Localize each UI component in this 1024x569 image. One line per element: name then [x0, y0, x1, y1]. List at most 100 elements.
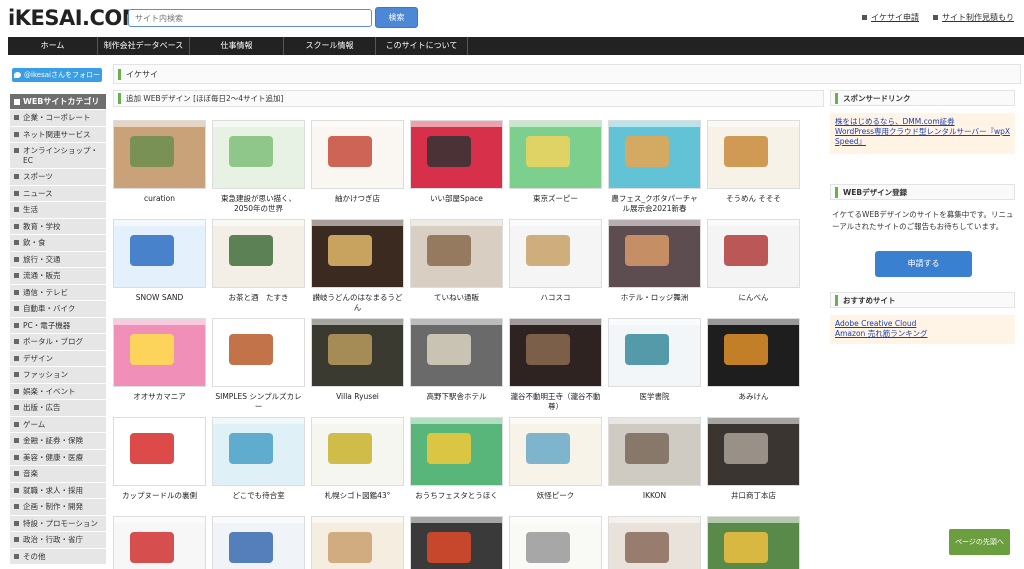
- design-title[interactable]: 紬かけつぎ店: [311, 194, 404, 204]
- nav-about[interactable]: このサイトについて: [376, 37, 468, 55]
- design-card[interactable]: にんべん: [707, 219, 800, 303]
- sidebar-category-item[interactable]: 出版・広告: [10, 400, 106, 417]
- design-card[interactable]: おうちフェスタとうほく: [410, 417, 503, 501]
- design-title[interactable]: おうちフェスタとうほく: [410, 491, 503, 501]
- design-card[interactable]: 井口商丁本店: [707, 417, 800, 501]
- design-title[interactable]: そうめん そそそ: [707, 194, 800, 204]
- sidebar-category-item[interactable]: 就職・求人・採用: [10, 482, 106, 499]
- design-card[interactable]: SIMPLES シンプルズカレー: [212, 318, 305, 412]
- design-thumbnail[interactable]: [212, 318, 305, 387]
- design-card[interactable]: [509, 516, 602, 569]
- design-card[interactable]: 瀧谷不動明王寺（瀧谷不動尊）: [509, 318, 602, 412]
- sponsor-link-wpx[interactable]: WordPress専用クラウド型レンタルサーバー『wpX Speed』: [835, 127, 1010, 147]
- design-thumbnail[interactable]: [311, 417, 404, 486]
- search-button[interactable]: 検索: [375, 7, 418, 28]
- design-card[interactable]: Villa Ryusei: [311, 318, 404, 402]
- design-card[interactable]: ハコスコ: [509, 219, 602, 303]
- sidebar-category-item[interactable]: その他: [10, 548, 106, 565]
- design-thumbnail[interactable]: [509, 318, 602, 387]
- design-title[interactable]: SNOW SAND: [113, 293, 206, 303]
- design-thumbnail[interactable]: [113, 318, 206, 387]
- design-thumbnail[interactable]: [608, 417, 701, 486]
- sidebar-category-item[interactable]: 企画・制作・開発: [10, 499, 106, 516]
- design-thumbnail[interactable]: [113, 516, 206, 569]
- design-card[interactable]: IKKON: [608, 417, 701, 501]
- design-card[interactable]: [212, 516, 305, 569]
- design-card[interactable]: 農フェス_クボタパーチャル展示会2021新春: [608, 120, 701, 214]
- sidebar-category-item[interactable]: 旅行・交通: [10, 251, 106, 268]
- design-card[interactable]: [707, 516, 800, 569]
- design-thumbnail[interactable]: [509, 120, 602, 189]
- design-thumbnail[interactable]: [707, 318, 800, 387]
- design-card[interactable]: お茶と酒 たすき: [212, 219, 305, 303]
- design-card[interactable]: カップヌードルの裏側: [113, 417, 206, 501]
- design-thumbnail[interactable]: [707, 120, 800, 189]
- nav-jobs[interactable]: 仕事情報: [190, 37, 284, 55]
- design-card[interactable]: 高野下駅舎ホテル: [410, 318, 503, 402]
- sidebar-category-item[interactable]: ゲーム: [10, 416, 106, 433]
- design-thumbnail[interactable]: [509, 516, 602, 569]
- design-thumbnail[interactable]: [707, 417, 800, 486]
- design-card[interactable]: 東京ズーピー: [509, 120, 602, 204]
- sidebar-category-item[interactable]: 美容・健康・医療: [10, 449, 106, 466]
- sidebar-category-item[interactable]: ポータル・ブログ: [10, 334, 106, 351]
- design-thumbnail[interactable]: [212, 120, 305, 189]
- sidebar-category-item[interactable]: ニュース: [10, 185, 106, 202]
- design-thumbnail[interactable]: [212, 219, 305, 288]
- design-title[interactable]: どこでも待合室: [212, 491, 305, 501]
- design-title[interactable]: お茶と酒 たすき: [212, 293, 305, 303]
- design-thumbnail[interactable]: [509, 417, 602, 486]
- design-title[interactable]: 東京ズーピー: [509, 194, 602, 204]
- design-title[interactable]: curation: [113, 194, 206, 204]
- sidebar-category-item[interactable]: 金融・証券・保険: [10, 433, 106, 450]
- sidebar-category-item[interactable]: 政治・行政・省庁: [10, 532, 106, 549]
- design-card[interactable]: SNOW SAND: [113, 219, 206, 303]
- design-card[interactable]: あみけん: [707, 318, 800, 402]
- sidebar-category-item[interactable]: 音楽: [10, 466, 106, 483]
- design-thumbnail[interactable]: [410, 318, 503, 387]
- design-card[interactable]: [608, 516, 701, 569]
- design-thumbnail[interactable]: [608, 120, 701, 189]
- design-title[interactable]: ていねい通販: [410, 293, 503, 303]
- design-title[interactable]: カップヌードルの裏側: [113, 491, 206, 501]
- design-card[interactable]: 紬かけつぎ店: [311, 120, 404, 204]
- design-card[interactable]: ていねい通販: [410, 219, 503, 303]
- sidebar-category-item[interactable]: 生活: [10, 202, 106, 219]
- sidebar-category-item[interactable]: PC・電子機器: [10, 317, 106, 334]
- design-title[interactable]: SIMPLES シンプルズカレー: [212, 392, 305, 412]
- design-thumbnail[interactable]: [707, 219, 800, 288]
- sidebar-category-item[interactable]: 教育・学校: [10, 218, 106, 235]
- sidebar-category-item[interactable]: スポーツ: [10, 169, 106, 186]
- design-card[interactable]: オオサカマニア: [113, 318, 206, 402]
- sidebar-category-item[interactable]: ファッション: [10, 367, 106, 384]
- design-title[interactable]: 高野下駅舎ホテル: [410, 392, 503, 402]
- sidebar-category-item[interactable]: 流通・販売: [10, 268, 106, 285]
- design-card[interactable]: curation: [113, 120, 206, 204]
- design-title[interactable]: 井口商丁本店: [707, 491, 800, 501]
- design-thumbnail[interactable]: [410, 417, 503, 486]
- design-thumbnail[interactable]: [113, 219, 206, 288]
- design-card[interactable]: どこでも待合室: [212, 417, 305, 501]
- design-title[interactable]: 讃岐うどんのはなまるうどん: [311, 293, 404, 313]
- design-thumbnail[interactable]: [113, 417, 206, 486]
- design-title[interactable]: 医学書院: [608, 392, 701, 402]
- sponsor-link-dmm[interactable]: 株をはじめるなら、DMM.com証券: [835, 117, 1010, 127]
- nav-company-db[interactable]: 制作会社データベース: [98, 37, 190, 55]
- design-title[interactable]: 瀧谷不動明王寺（瀧谷不動尊）: [509, 392, 602, 412]
- sidebar-category-item[interactable]: デザイン: [10, 350, 106, 367]
- design-title[interactable]: あみけん: [707, 392, 800, 402]
- design-thumbnail[interactable]: [212, 417, 305, 486]
- design-card[interactable]: 医学書院: [608, 318, 701, 402]
- recommend-link-amazon[interactable]: Amazon 売れ筋ランキング: [835, 329, 1010, 339]
- sidebar-category-item[interactable]: 自動車・バイク: [10, 301, 106, 318]
- design-card[interactable]: いい部屋Space: [410, 120, 503, 204]
- nav-schools[interactable]: スクール情報: [284, 37, 376, 55]
- sidebar-category-item[interactable]: 企業・コーポレート: [10, 110, 106, 127]
- design-card[interactable]: 東急建設が思い描く、2050年の世界: [212, 120, 305, 214]
- design-thumbnail[interactable]: [311, 219, 404, 288]
- design-thumbnail[interactable]: [410, 219, 503, 288]
- design-card[interactable]: 妖怪ピーク: [509, 417, 602, 501]
- design-card[interactable]: 讃岐うどんのはなまるうどん: [311, 219, 404, 313]
- design-card[interactable]: ホテル・ロッジ舞洲: [608, 219, 701, 303]
- design-title[interactable]: 札幌シゴト図鑑43°: [311, 491, 404, 501]
